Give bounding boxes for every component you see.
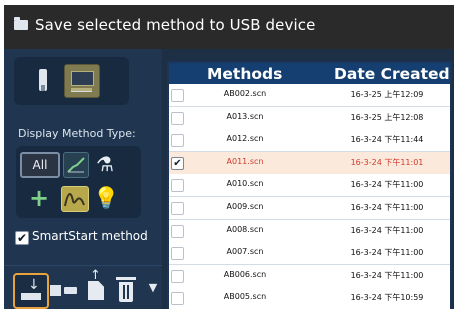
table-row[interactable]: A013.scn 16-3-25 上午12:08 (169, 106, 450, 130)
table-row[interactable]: A008.scn 16-3-24 下午11:00 (169, 219, 450, 243)
table-row[interactable]: A009.scn 16-3-24 下午11:00 (169, 197, 450, 220)
table-row[interactable]: A010.scn 16-3-24 下午11:00 (169, 174, 450, 198)
row-checkbox[interactable] (171, 179, 184, 193)
usb-transfer-icon[interactable] (50, 281, 78, 299)
table-row[interactable]: AB002.scn 16-3-25 上午12:09 (169, 84, 450, 107)
plus-icon[interactable]: + (27, 186, 51, 210)
all-types-button[interactable]: All (20, 152, 60, 178)
sidebar: Display Method Type: All ⚗ + 💡 ✔ SmartSt… (4, 49, 162, 309)
save-to-usb-icon[interactable]: ↓ (13, 273, 49, 309)
row-checkbox[interactable] (171, 292, 184, 306)
flask-icon[interactable]: ⚗ (93, 151, 117, 176)
smartstart-check-mark[interactable]: ✔ (15, 231, 29, 245)
date-created: 16-3-25 上午12:08 (350, 112, 424, 122)
date-created: 16-3-24 下午11:00 (350, 180, 424, 190)
divider (4, 265, 162, 266)
date-created: 16-3-24 下午10:59 (350, 293, 424, 303)
instrument-icon[interactable] (64, 64, 100, 98)
date-created: 16-3-25 上午12:09 (350, 90, 424, 99)
window-title: Save selected method to USB device (35, 16, 316, 34)
title-bar: Save selected method to USB device (4, 5, 454, 49)
trash-icon[interactable] (116, 277, 138, 303)
dialog-window: Save selected method to USB device Displ… (4, 5, 454, 309)
method-type-panel: All ⚗ + 💡 (16, 146, 141, 218)
methods-table: Methods Date Created AB002.scn 16-3-25 上午… (167, 61, 452, 309)
method-name: AB006.scn (223, 269, 267, 279)
method-name: A013.scn (226, 111, 264, 121)
table-header: Methods Date Created (169, 63, 450, 84)
method-name: A012.scn (226, 134, 264, 144)
method-name: A007.scn (226, 247, 264, 257)
date-created: 16-3-24 下午11:00 (350, 270, 424, 280)
row-checkbox[interactable] (171, 269, 184, 283)
column-header-date-created[interactable]: Date Created (334, 65, 450, 83)
method-name: A009.scn (226, 202, 264, 211)
date-created: 16-3-24 下午11:00 (350, 225, 424, 235)
method-name: A008.scn (226, 224, 264, 234)
device-selector-panel (14, 57, 129, 105)
row-checkbox[interactable] (171, 224, 184, 238)
row-checkbox[interactable] (171, 89, 184, 102)
folder-icon (14, 17, 28, 30)
scan-icon[interactable] (61, 186, 89, 212)
bulb-icon[interactable]: 💡 (93, 185, 119, 210)
method-name: A010.scn (226, 179, 264, 189)
date-created: 16-3-24 下午11:00 (350, 248, 424, 258)
method-name: A011.scn (226, 156, 264, 166)
table-row[interactable]: ✔ A011.scn 16-3-24 下午11:01 (169, 151, 450, 175)
chevron-down-icon[interactable]: ▼ (147, 282, 159, 294)
smartstart-label: SmartStart method (32, 229, 148, 243)
table-row[interactable]: AB006.scn 16-3-24 下午11:00 (169, 264, 450, 288)
date-created: 16-3-24 下午11:01 (350, 157, 424, 167)
date-created: 16-3-24 下午11:00 (350, 203, 424, 212)
table-row[interactable]: A007.scn 16-3-24 下午11:00 (169, 242, 450, 266)
column-header-methods[interactable]: Methods (207, 65, 282, 83)
row-checkbox[interactable] (171, 202, 184, 215)
usb-device-icon[interactable] (38, 69, 48, 91)
row-checkbox[interactable] (171, 247, 184, 261)
display-method-type-label: Display Method Type: (18, 127, 136, 140)
row-checkbox[interactable] (171, 134, 184, 148)
method-name: AB005.scn (223, 292, 267, 302)
curve-icon[interactable] (63, 152, 89, 178)
table-row[interactable]: AB005.scn 16-3-24 下午10:59 (169, 287, 450, 309)
document-upload-icon[interactable]: ↑ (86, 268, 108, 301)
method-name: AB002.scn (223, 89, 267, 98)
row-checkbox[interactable] (171, 111, 184, 125)
date-created: 16-3-24 下午11:44 (350, 135, 424, 145)
table-row[interactable]: A012.scn 16-3-24 下午11:44 (169, 129, 450, 153)
row-checkbox[interactable]: ✔ (171, 156, 184, 170)
